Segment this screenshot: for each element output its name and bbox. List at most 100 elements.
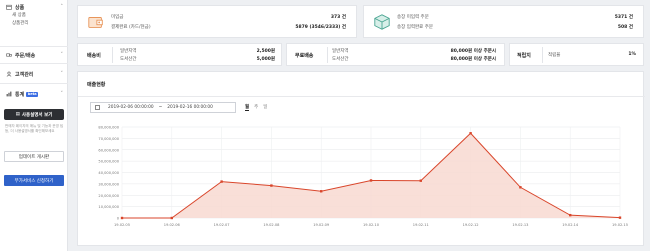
chart-icon (6, 91, 12, 97)
data-point (170, 216, 173, 220)
x-tick-label: 19.02.09 (313, 223, 330, 227)
data-point (320, 190, 323, 193)
y-tick-label: 10,000,000 (98, 205, 119, 209)
x-tick-label: 19.02.06 (164, 223, 181, 227)
calendar-icon (95, 105, 100, 110)
y-tick-label: 70,000,000 (98, 137, 119, 141)
sidebar-orders: 주문/배송 ˅ (0, 50, 68, 60)
divider (0, 63, 68, 64)
x-tick-label: 19.02.08 (263, 223, 280, 227)
manual-note: 판매자 페이지의 매뉴 및 기능과 운영 팁 등, 더 사용설명서를 확인해보세… (5, 124, 64, 133)
sidebar-item-customers[interactable]: 고객관리 ˅ (0, 69, 68, 79)
unpaid-label: 미입금 (111, 15, 124, 20)
date-end[interactable]: 2019-02-16 00:00:00 (167, 105, 213, 110)
fee-island-label: 도서산간 (120, 57, 137, 62)
x-tick-label: 19.02.15 (612, 223, 628, 227)
box-icon (6, 4, 12, 10)
date-start[interactable]: 2019-02-06 00:00:00 (108, 105, 154, 110)
sales-title: 매출현황 (87, 82, 106, 88)
chevron-down-icon: ˅ (60, 91, 64, 97)
addon-service-button[interactable]: 부가서비스 신청하기 (4, 175, 64, 186)
sidebar-products: 상품 ˄ 새 상품 상품관리 (0, 2, 68, 28)
free-region-label: 일반지역 (332, 49, 349, 54)
invoice-done-value[interactable]: 508 건 (618, 24, 633, 30)
data-point (519, 186, 522, 189)
y-tick-label: 20,000,000 (98, 194, 119, 198)
sidebar-item-products[interactable]: 상품 ˄ (0, 2, 68, 12)
invoice-done-label: 송장 입력완료 주문 (397, 25, 433, 30)
fee-region-label: 일반지역 (120, 49, 137, 54)
update-board-button[interactable]: 업데이트 게시판 (4, 151, 64, 162)
paid-value[interactable]: 5879 (3546/2333) 건 (295, 24, 346, 30)
divider (112, 47, 113, 63)
sidebar-customers: 고객관리 ˅ (0, 69, 68, 79)
no-invoice-value[interactable]: 5371 건 (615, 14, 633, 20)
data-point (618, 216, 622, 219)
divider (327, 47, 328, 63)
free-shipping-card: 무료배송 일반지역 도서산간 80,000원 이상 주문시 80,000원 이상… (286, 43, 505, 66)
tab-week[interactable]: 주 (254, 104, 258, 111)
x-tick-label: 19.02.10 (363, 223, 380, 227)
no-invoice-label: 송장 미입력 주문 (397, 15, 429, 20)
free-island-label: 도서산간 (332, 57, 349, 62)
user-icon (6, 71, 12, 77)
sidebar-item-stats[interactable]: 통계 beta ˅ (0, 89, 68, 99)
divider (542, 47, 543, 63)
period-tabs: 월 주 일 (245, 104, 267, 111)
chevron-down-icon: ˅ (60, 71, 64, 77)
sidebar-subitem-new-product[interactable]: 새 상품 (0, 12, 68, 20)
y-tick-label: 40,000,000 (98, 171, 119, 175)
sidebar-item-orders[interactable]: 주문/배송 ˅ (0, 50, 68, 60)
sales-chart: 0 10,000,000 20,000,000 30,000,000 40,000,00… (98, 126, 628, 228)
unpaid-value[interactable]: 373 건 (331, 14, 346, 20)
divider (0, 83, 68, 84)
sidebar-item-label: 상품 (15, 4, 25, 11)
data-point (419, 179, 422, 182)
truck-icon (6, 53, 12, 57)
reserve-title: 적립지 (517, 53, 531, 59)
payment-summary-card: 미입금 결제완료 (카드/현금) 373 건 5879 (3546/2333) … (77, 5, 357, 38)
x-tick-label: 19.02.14 (562, 223, 579, 227)
data-point (469, 132, 472, 135)
tab-day[interactable]: 일 (263, 104, 267, 111)
y-tick-label: 60,000,000 (98, 148, 119, 152)
x-tick-label: 19.02.11 (413, 223, 429, 227)
divider (78, 96, 645, 97)
y-tick-label: 30,000,000 (98, 182, 119, 186)
manual-button-label: 사용설명서 보기 (21, 112, 53, 118)
chevron-up-icon: ˄ (60, 4, 64, 10)
fee-region-value: 2,500원 (256, 49, 275, 54)
shipping-fee-title: 배송비 (87, 53, 101, 59)
data-point (270, 184, 273, 187)
data-point (369, 179, 373, 182)
paid-label: 결제완료 (카드/현금) (111, 25, 151, 30)
date-range-picker[interactable]: 2019-02-06 00:00:00 ~ 2019-02-16 00:00:0… (90, 102, 236, 113)
book-icon: ▤ (15, 112, 20, 117)
manual-button[interactable]: ▤ 사용설명서 보기 (4, 109, 64, 120)
date-separator: ~ (158, 105, 163, 110)
y-tick-label: 80,000,000 (98, 126, 119, 130)
free-island-value: 80,000원 이상 주문시 (450, 57, 496, 62)
shipping-fee-card: 배송비 일반지역 도서산간 2,500원 5,000원 (77, 43, 282, 66)
y-tick-label: 50,000,000 (98, 160, 119, 164)
fee-island-value: 5,000원 (256, 57, 275, 62)
sidebar-stats: 통계 beta ˅ (0, 89, 68, 99)
sidebar-item-label: 주문/배송 (15, 52, 36, 59)
sidebar-item-label: 고객관리 (15, 71, 34, 78)
x-tick-label: 19.02.12 (463, 223, 479, 227)
reserve-rate-value: 1% (628, 52, 636, 57)
tab-month[interactable]: 월 (245, 104, 250, 111)
sidebar-subitem-manage-products[interactable]: 상품관리 (0, 20, 68, 28)
x-tick-label: 19.02.07 (214, 223, 230, 227)
y-tick-label: 0 (117, 217, 120, 221)
free-region-value: 80,000원 이상 주문시 (450, 49, 496, 54)
data-point (120, 216, 124, 220)
reserve-rate-label: 적립율 (548, 53, 561, 58)
x-tick-label: 19.02.05 (114, 223, 130, 227)
data-point (220, 180, 223, 183)
package-icon (374, 14, 390, 30)
chevron-down-icon: ˅ (60, 52, 64, 58)
x-tick-label: 19.02.13 (512, 223, 528, 227)
sidebar: 상품 ˄ 새 상품 상품관리 주문/배송 ˅ 고객관리 ˅ 통계 beta ˅ … (0, 0, 68, 251)
invoice-summary-card: 송장 미입력 주문 송장 입력완료 주문 5371 건 508 건 (363, 5, 644, 38)
